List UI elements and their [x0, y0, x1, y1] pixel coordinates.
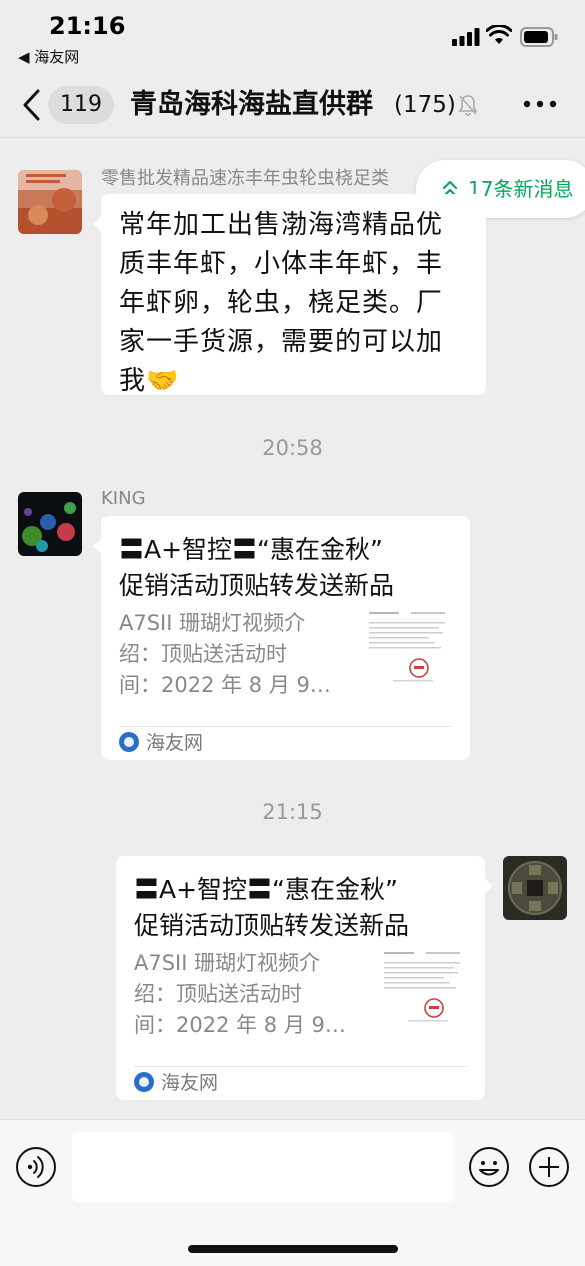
card-title-line: 促销活动顶贴转发送新品 [119, 571, 395, 600]
bubble-tail [93, 216, 102, 232]
link-card-message[interactable]: 〓A+智控〓“惠在金秋” 促销活动顶贴转发送新品 A7SII 珊瑚灯视频介 绍：… [116, 856, 493, 1100]
member-count: (175) [394, 92, 456, 118]
text-message-bubble[interactable]: 常年加工出售渤海湾精品优质丰年虾，小体丰年虾，丰年虾卵，轮虫，桡足类。厂家一手货… [93, 194, 486, 396]
card-title-line: 〓A+智控〓“惠在金秋” [134, 875, 398, 904]
card-thumbnail-image [363, 608, 451, 692]
sender-name: KING [101, 488, 146, 509]
back-to-app-link[interactable]: ◀ 海友网 [18, 46, 79, 67]
status-time: 21:16 [49, 12, 126, 40]
card-desc-line: A7SII 珊瑚灯视频介 [134, 951, 321, 975]
bubble-tail [484, 878, 493, 894]
more-dots-icon[interactable] [522, 92, 558, 116]
home-indicator[interactable] [188, 1245, 398, 1253]
site-globe-icon [119, 732, 139, 752]
card-title: 〓A+智控〓“惠在金秋” 促销活动顶贴转发送新品 [101, 516, 470, 604]
card-title-line: 〓A+智控〓“惠在金秋” [119, 535, 383, 564]
card-source-label: 海友网 [146, 732, 204, 754]
message-input[interactable] [72, 1132, 454, 1202]
battery-icon [520, 27, 558, 47]
avatar[interactable] [503, 856, 567, 920]
card-divider [119, 726, 452, 727]
card-description: A7SII 珊瑚灯视频介 绍：顶贴送活动时 间：2022 年 8 月 9 日 [119, 608, 334, 701]
timestamp: 21:15 [262, 800, 323, 824]
input-bar [0, 1119, 585, 1266]
wifi-icon [486, 25, 512, 44]
card-desc-line: 间：2022 年 8 月 9 日 [119, 673, 334, 697]
avatar[interactable] [18, 170, 82, 234]
card-thumbnail-image [378, 948, 466, 1032]
timestamp: 20:58 [262, 436, 323, 460]
card-description: A7SII 珊瑚灯视频介 绍：顶贴送活动时 间：2022 年 8 月 9 日 [134, 948, 349, 1041]
back-arrow-icon[interactable] [20, 88, 44, 122]
chat-header: 119 青岛海科海盐直供群 (175) [0, 72, 585, 138]
link-card-message[interactable]: 〓A+智控〓“惠在金秋” 促销活动顶贴转发送新品 A7SII 珊瑚灯视频介 绍：… [93, 516, 470, 760]
site-globe-icon [134, 1072, 154, 1092]
sender-name: 零售批发精品速冻丰年虫轮虫桡足类 [101, 168, 389, 189]
card-desc-line: 间：2022 年 8 月 9 日 [134, 1013, 349, 1037]
card-desc-line: A7SII 珊瑚灯视频介 [119, 611, 306, 635]
bubble-tail [93, 538, 102, 554]
chat-title: 青岛海科海盐直供群 [130, 89, 373, 120]
message-text: 常年加工出售渤海湾精品优质丰年虾，小体丰年虾，丰年虾卵，轮虫，桡足类。厂家一手货… [119, 210, 444, 396]
card-divider [134, 1066, 467, 1067]
avatar[interactable] [18, 492, 82, 556]
status-bar: 21:16 ◀ 海友网 [0, 0, 585, 72]
emoji-icon[interactable] [468, 1146, 510, 1188]
card-source: 海友网 [134, 1070, 218, 1096]
card-source: 海友网 [119, 730, 203, 756]
card-title-line: 促销活动顶贴转发送新品 [134, 911, 410, 940]
card-title: 〓A+智控〓“惠在金秋” 促销活动顶贴转发送新品 [116, 856, 485, 944]
signal-icon [452, 28, 480, 46]
card-source-label: 海友网 [161, 1072, 219, 1094]
card-desc-line: 绍：顶贴送活动时 [119, 642, 287, 666]
mute-bell-icon [458, 95, 478, 116]
plus-icon[interactable] [528, 1146, 570, 1188]
unread-count-badge[interactable]: 119 [48, 86, 114, 124]
card-desc-line: 绍：顶贴送活动时 [134, 982, 302, 1006]
voice-icon[interactable] [15, 1146, 57, 1188]
